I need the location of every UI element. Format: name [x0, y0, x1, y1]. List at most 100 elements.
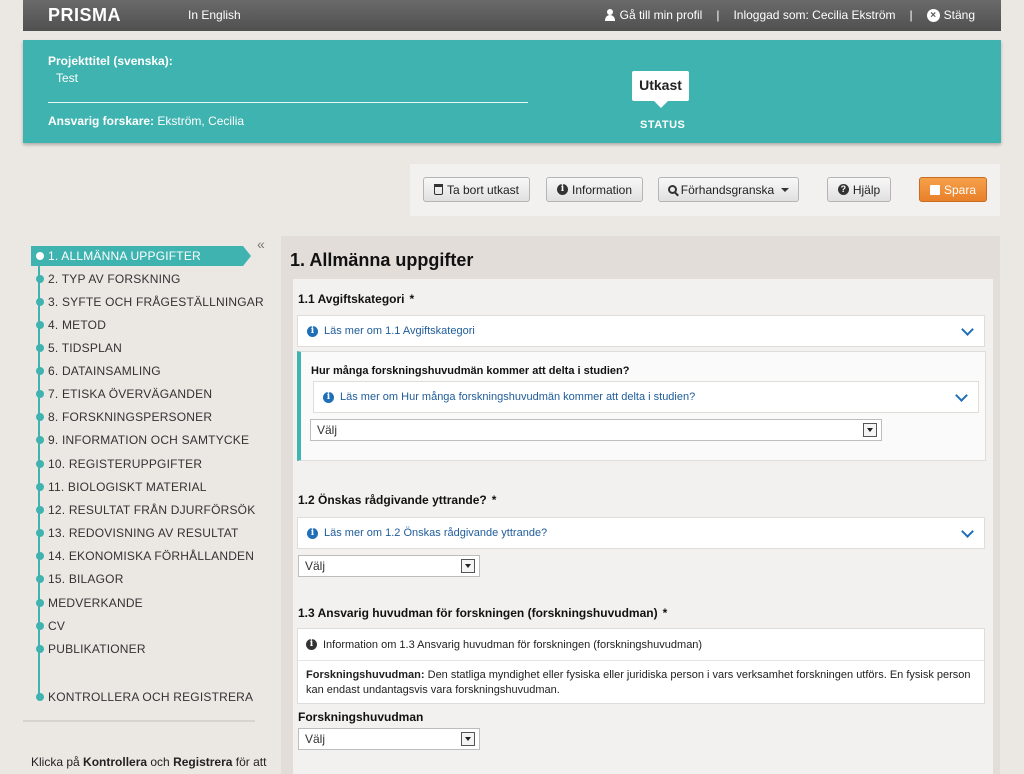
profile-link[interactable]: Gå till min profil — [604, 8, 703, 22]
hint-text: Klicka på — [31, 755, 84, 769]
nav-dot — [36, 529, 44, 537]
information-button[interactable]: i Information — [546, 177, 643, 202]
info-toggle-avgiftskategori[interactable]: i Läs mer om 1.1 Avgiftskategori — [297, 315, 985, 347]
information-label: Information — [571, 182, 633, 197]
top-bar: PRISMA In English Gå till min profil | I… — [23, 0, 1001, 31]
info-toggle-label: Läs mer om 1.2 Önskas rådgivande yttrand… — [324, 527, 548, 539]
caret-down-icon — [781, 187, 790, 192]
preview-dropdown-button[interactable]: Förhandsgranska — [658, 177, 799, 202]
project-title-value: Test — [56, 71, 79, 85]
project-header: Projekttitel (svenska): Test Ansvarig fo… — [23, 40, 1001, 143]
nav-item-forskningspersoner[interactable]: 8. FORSKNINGSPERSONER — [31, 407, 212, 427]
status-badge: Utkast — [632, 71, 689, 108]
info-toggle-huvudman-count[interactable]: i Läs mer om Hur många forskningshuvudmä… — [313, 381, 979, 413]
dropdown-arrow-icon — [863, 423, 877, 437]
info-panel-body: Forskningshuvudman: Den statliga myndigh… — [298, 661, 984, 705]
responsible-value: Ekström, Cecilia — [157, 114, 245, 128]
chevron-down-icon — [961, 525, 974, 538]
nav-item-typ-av-forskning[interactable]: 2. TYP AV FORSKNING — [31, 269, 181, 289]
nav-dot — [36, 599, 44, 607]
radgivande-select[interactable]: Välj — [298, 555, 480, 577]
nav-item-biologiskt-material[interactable]: 11. BIOLOGISKT MATERIAL — [31, 477, 207, 497]
question-title: 1.1 Avgiftskategori — [298, 292, 405, 306]
info-toggle-radgivande[interactable]: i Läs mer om 1.2 Önskas rådgivande yttra… — [297, 517, 985, 549]
info-panel-head: i Information om 1.3 Ansvarig huvudman f… — [298, 629, 984, 661]
sub-question-panel: Hur många forskningshuvudmän kommer att … — [297, 351, 986, 461]
sidebar-hint: Klicka på Kontrollera och Registrera för… — [31, 755, 266, 769]
nav-item-registeruppgifter[interactable]: 10. REGISTERUPPGIFTER — [31, 454, 202, 474]
nav-label: KONTROLLERA OCH REGISTRERA — [48, 690, 254, 704]
hint-text: för att — [232, 755, 267, 769]
nav-dot — [36, 275, 44, 283]
forskningshuvudman-select[interactable]: Välj — [298, 728, 480, 750]
info-icon: i — [307, 325, 318, 337]
question-radgivande-yttrande: 1.2 Önskas rådgivande yttrande? * — [298, 493, 496, 507]
nav-item-cv[interactable]: CV — [31, 616, 65, 636]
select-value: Välj — [305, 732, 326, 746]
info-icon: i — [556, 184, 568, 195]
help-button[interactable]: ? Hjälp — [827, 177, 891, 202]
nav-label: 1. ALLMÄNNA UPPGIFTER — [48, 249, 201, 263]
nav-item-publikationer[interactable]: PUBLIKATIONER — [31, 639, 146, 659]
info-term: Forskningshuvudman: — [306, 669, 425, 681]
nav-dot — [36, 460, 44, 468]
dropdown-arrow-icon — [461, 559, 475, 573]
nav-dot — [36, 252, 44, 260]
nav-item-etiska[interactable]: 7. ETISKA ÖVERVÄGANDEN — [31, 384, 212, 404]
save-label: Spara — [943, 182, 977, 197]
user-icon — [604, 9, 616, 21]
nav-label: 11. BIOLOGISKT MATERIAL — [48, 480, 207, 494]
nav-dot — [36, 413, 44, 421]
nav-dot — [36, 506, 44, 514]
info-icon: i — [306, 639, 317, 650]
nav-dot — [36, 298, 44, 306]
nav-item-djurforsok[interactable]: 12. RESULTAT FRÅN DJURFÖRSÖK — [31, 500, 255, 520]
nav-dot — [36, 693, 44, 701]
info-panel-forskningshuvudman: i Information om 1.3 Ansvarig huvudman f… — [297, 628, 985, 704]
profile-link-label: Gå till min profil — [619, 8, 703, 22]
nav-item-kontrollera-registrera[interactable]: KONTROLLERA OCH REGISTRERA — [31, 687, 253, 707]
close-link[interactable]: × Stäng — [926, 8, 975, 22]
nav-item-allmanna-uppgifter[interactable]: 1. ALLMÄNNA UPPGIFTER — [31, 246, 251, 266]
logged-in-text: Inloggad som: Cecilia Ekström — [733, 8, 896, 22]
nav-item-ekonomiska[interactable]: 14. EKONOMISKA FÖRHÅLLANDEN — [31, 546, 254, 566]
nav-item-syfte[interactable]: 3. SYFTE OCH FRÅGESTÄLLNINGAR — [31, 292, 264, 312]
nav-item-information-samtycke[interactable]: 9. INFORMATION OCH SAMTYCKE — [31, 430, 249, 450]
nav-item-bilagor[interactable]: 15. BILAGOR — [31, 569, 124, 589]
info-toggle-label: Läs mer om 1.1 Avgiftskategori — [324, 325, 475, 337]
nav-item-tidsplan[interactable]: 5. TIDSPLAN — [31, 338, 122, 358]
nav-label: 7. ETISKA ÖVERVÄGANDEN — [48, 387, 213, 401]
nav-label: 9. INFORMATION OCH SAMTYCKE — [48, 433, 250, 447]
project-title-label: Projekttitel (svenska): — [48, 54, 173, 68]
nav-item-metod[interactable]: 4. METOD — [31, 315, 106, 335]
nav-dot — [36, 575, 44, 583]
field-label-forskningshuvudman: Forskningshuvudman — [298, 710, 424, 724]
collapse-sidebar-icon[interactable]: « — [257, 236, 265, 252]
language-link[interactable]: In English — [188, 8, 241, 22]
nav-dot — [36, 367, 44, 375]
save-button[interactable]: Spara — [919, 177, 987, 202]
close-link-label: Stäng — [943, 8, 975, 22]
question-forskningshuvudman: 1.3 Ansvarig huvudman för forskningen (f… — [298, 606, 667, 620]
nav-item-redovisning[interactable]: 13. REDOVISNING AV RESULTAT — [31, 523, 239, 543]
nav-dot — [36, 552, 44, 560]
info-panel-title: Information om 1.3 Ansvarig huvudman för… — [323, 638, 703, 651]
huvudman-count-select[interactable]: Välj — [310, 419, 882, 441]
nav-item-datainsamling[interactable]: 6. DATAINSAMLING — [31, 361, 161, 381]
user-menu: Gå till min profil | Inloggad som: Cecil… — [604, 8, 975, 22]
responsible-researcher: Ansvarig forskare: Ekström, Cecilia — [48, 114, 244, 128]
nav-label: 6. DATAINSAMLING — [48, 364, 161, 378]
nav-dot — [36, 436, 44, 444]
help-label: Hjälp — [852, 182, 881, 197]
hint-bold: Kontrollera — [83, 755, 148, 769]
divider — [23, 720, 255, 722]
select-value: Välj — [317, 423, 338, 437]
preview-label: Förhandsgranska — [680, 182, 775, 197]
responsible-label: Ansvarig forskare: — [48, 114, 155, 128]
close-icon: × — [926, 8, 940, 22]
info-icon: i — [307, 527, 318, 539]
hint-text: och — [147, 755, 174, 769]
search-icon — [667, 185, 677, 194]
nav-item-medverkande[interactable]: MEDVERKANDE — [31, 593, 143, 613]
delete-draft-button[interactable]: Ta bort utkast — [423, 177, 530, 202]
